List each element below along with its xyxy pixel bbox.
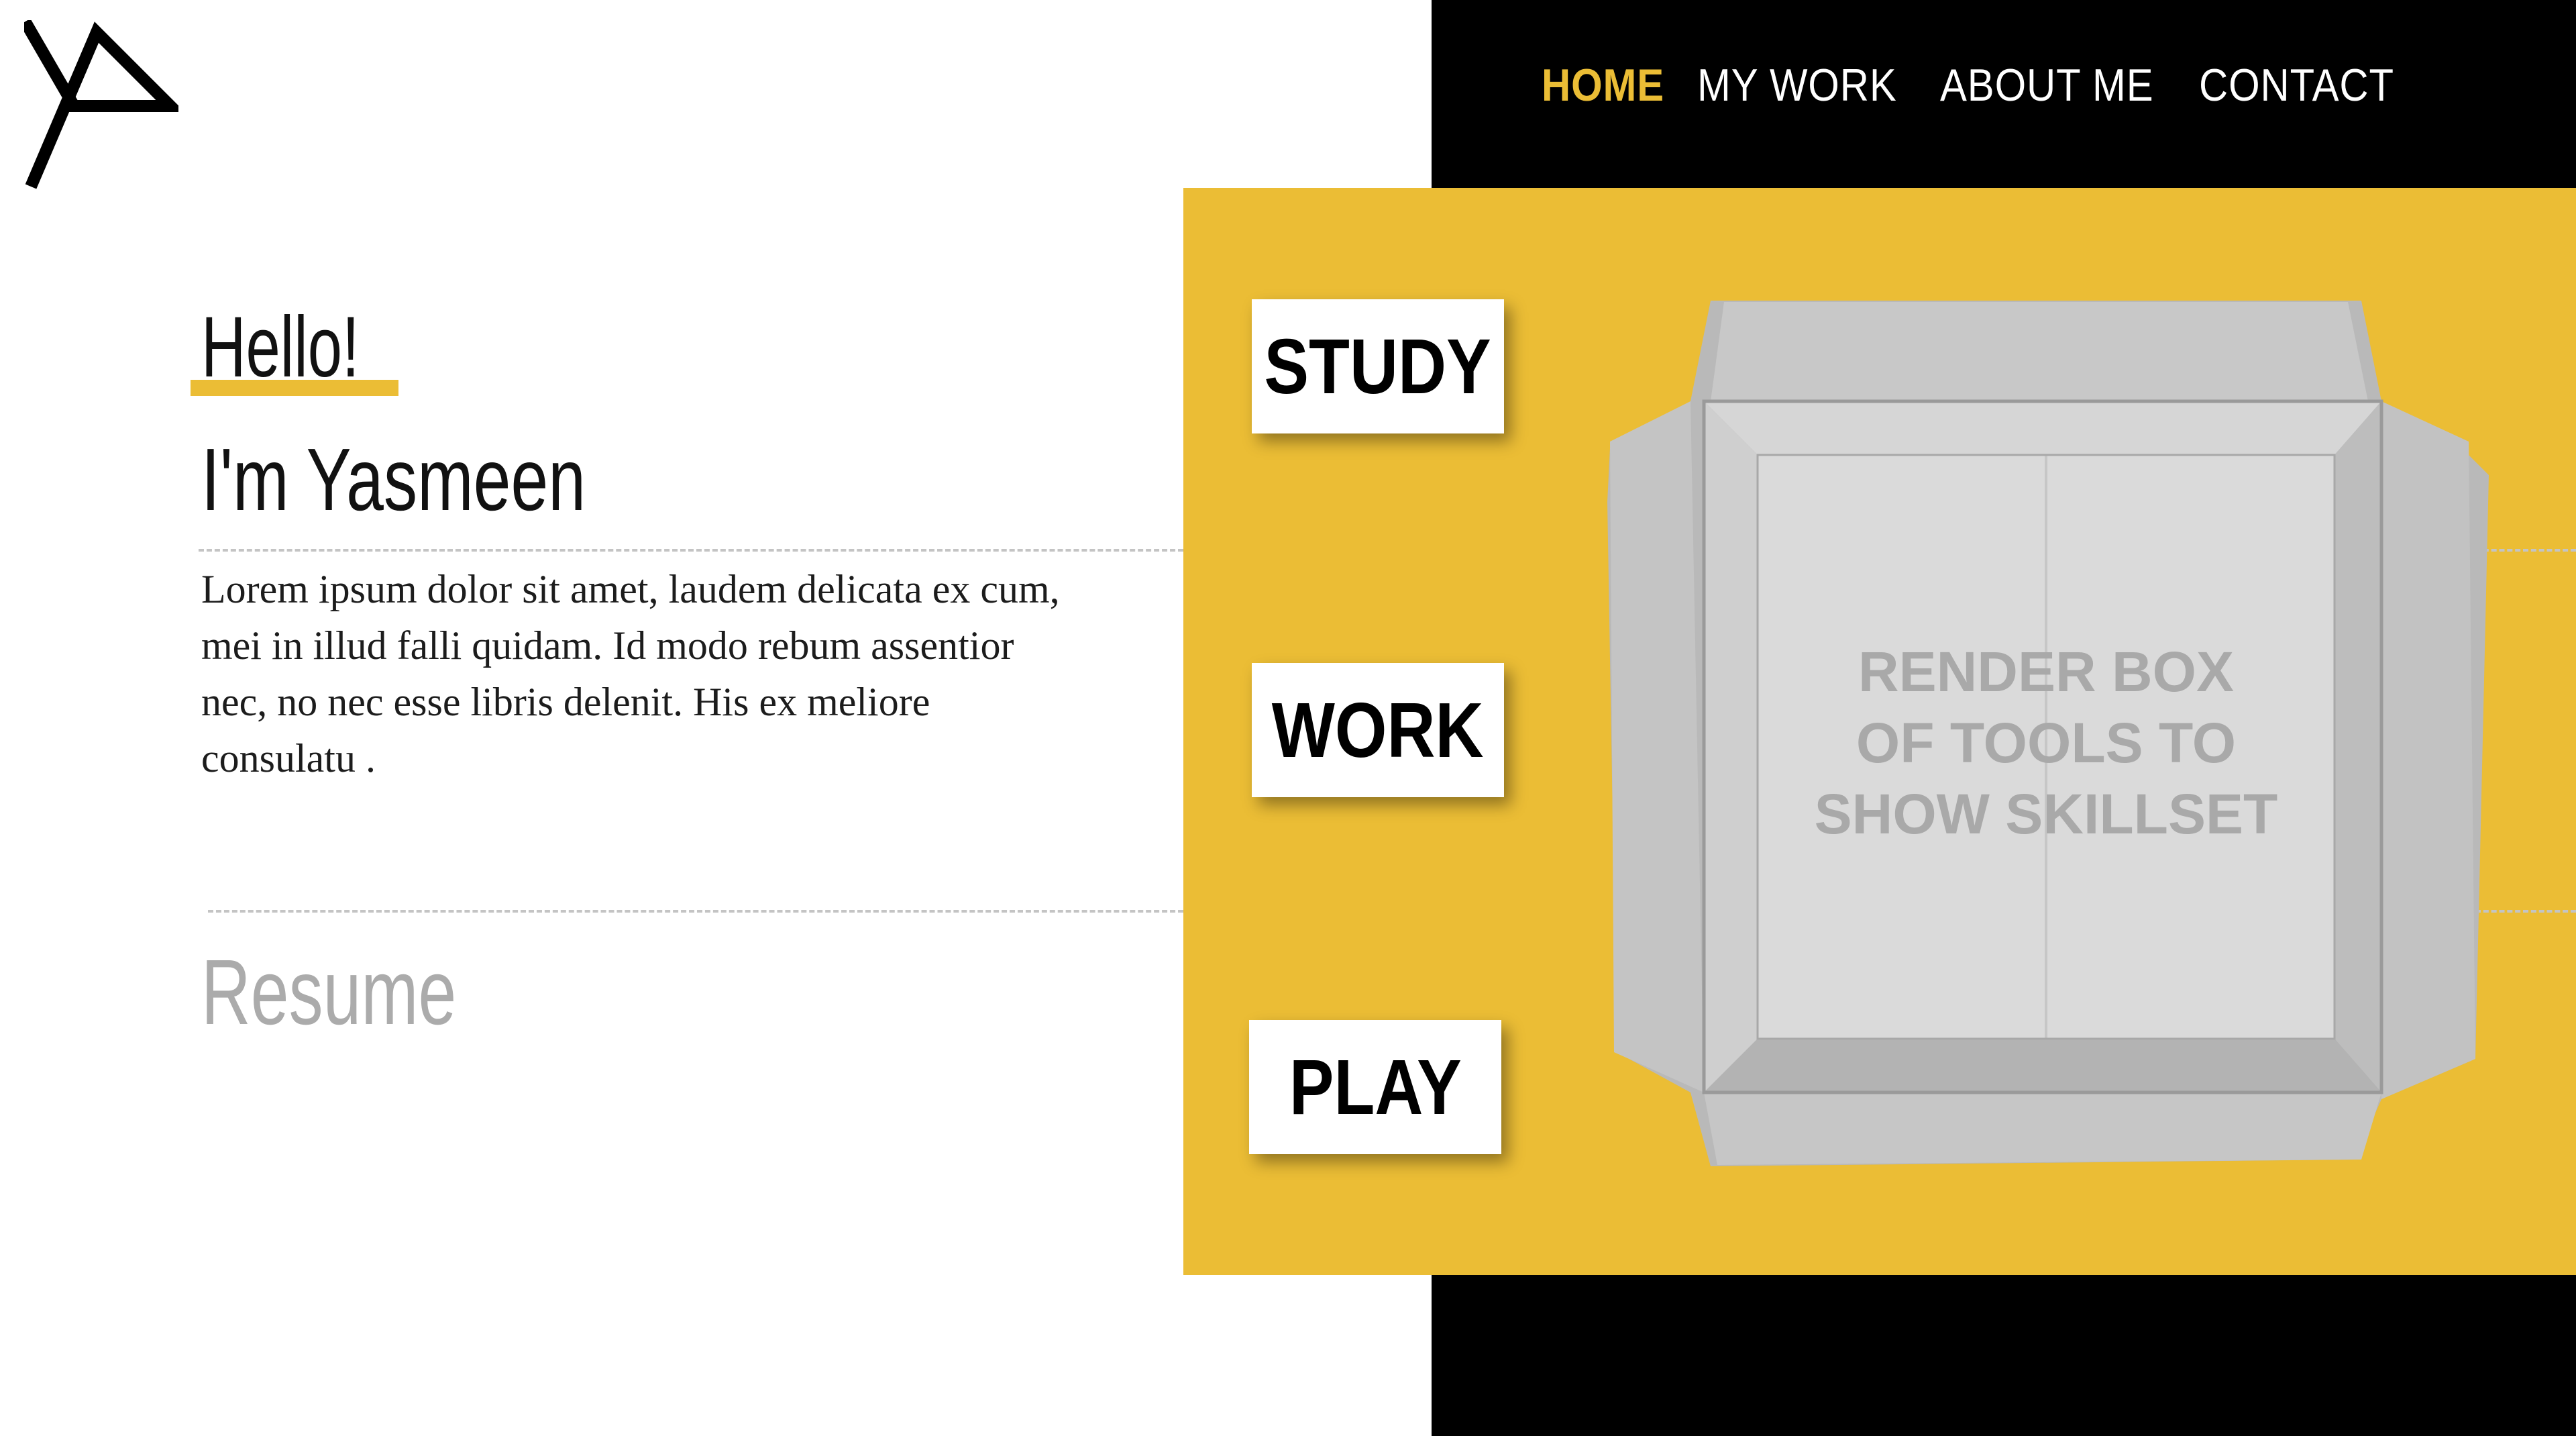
study-button-label: STUDY — [1264, 323, 1492, 410]
nav-about-me[interactable]: ABOUT ME — [1940, 59, 2153, 111]
toolbox-caption: RENDER BOX OF TOOLS TO SHOW SKILLSET — [1814, 640, 2278, 845]
divider-line-bottom-right — [2475, 910, 2576, 913]
divider-line-top-right — [2475, 549, 2576, 552]
yp-monogram-logo[interactable] — [19, 18, 185, 191]
nav-my-work[interactable]: MY WORK — [1697, 59, 1897, 111]
greeting-heading: Hello! — [201, 299, 360, 395]
divider-line-bottom — [208, 910, 1183, 913]
nav-home[interactable]: HOME — [1542, 59, 1664, 111]
greeting-block: Hello! — [191, 301, 400, 401]
play-button[interactable]: PLAY — [1249, 1020, 1501, 1154]
resume-link[interactable]: Resume — [201, 942, 456, 1043]
page: HOME MY WORK ABOUT ME CONTACT Hello! I'm… — [0, 0, 2576, 1436]
intro-paragraph: Lorem ipsum dolor sit amet, laudem delic… — [201, 567, 1060, 780]
divider-line-top — [199, 549, 1183, 552]
name-heading: I'm Yasmeen — [201, 430, 586, 529]
play-button-label: PLAY — [1289, 1043, 1462, 1131]
work-button-label: WORK — [1272, 686, 1484, 774]
work-button[interactable]: WORK — [1252, 663, 1504, 797]
study-button[interactable]: STUDY — [1252, 299, 1504, 433]
nav-contact[interactable]: CONTACT — [2199, 59, 2394, 111]
